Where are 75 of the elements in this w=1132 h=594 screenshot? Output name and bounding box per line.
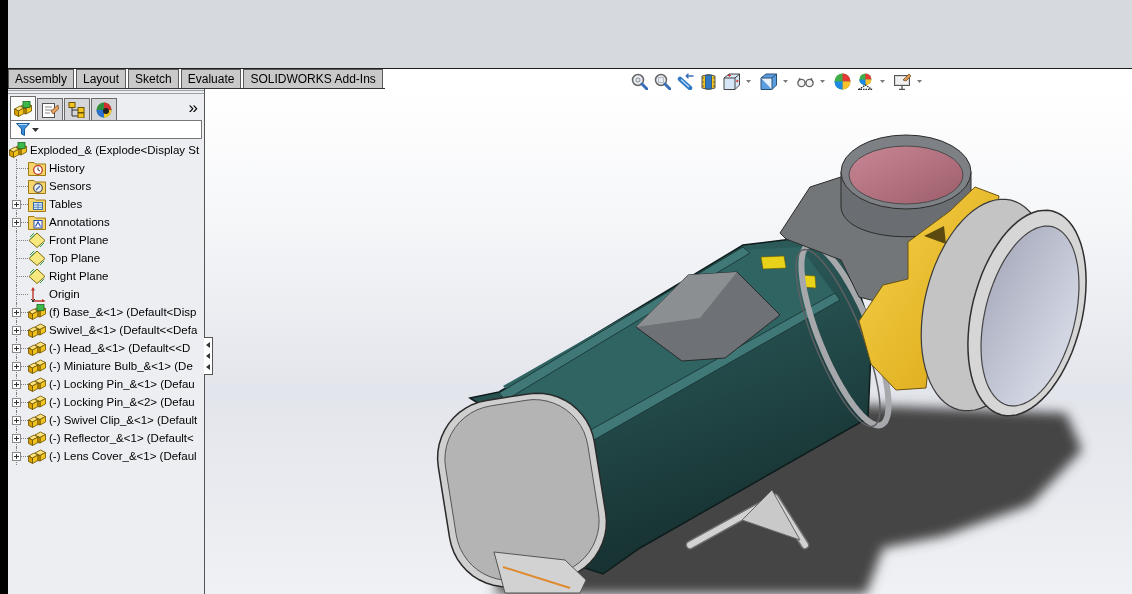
overflow-button[interactable]: » [186, 99, 200, 117]
collapse-handle[interactable] [204, 337, 213, 375]
tree-item[interactable]: (-) Lens Cover_&<1> (Defaul [49, 450, 197, 462]
tree-item[interactable]: Exploded_& (Explode<Display St [30, 144, 200, 156]
monitor-icon[interactable] [894, 73, 911, 90]
tree-item[interactable]: (f) Base_&<1> (Default<Disp [49, 306, 197, 318]
caret-icon[interactable] [32, 127, 39, 132]
ball-stand-icon[interactable] [857, 73, 874, 90]
blocks-icon [28, 340, 46, 356]
diamond-icon [28, 232, 46, 248]
tree-item[interactable]: Origin [49, 288, 80, 300]
panel-tab[interactable] [10, 96, 36, 120]
plus-icon[interactable] [12, 218, 21, 227]
tree-item[interactable]: (-) Locking Pin_&<1> (Defau [49, 378, 195, 390]
blocks-icon [9, 142, 27, 158]
blocks-icon [14, 100, 32, 117]
blocks-icon [28, 448, 46, 464]
tree-item[interactable]: Right Plane [49, 270, 109, 282]
cube-icon[interactable] [760, 73, 777, 90]
ribbon-tab[interactable]: SOLIDWORKS Add-Ins [243, 69, 383, 88]
funnel-icon [16, 123, 30, 136]
diamond-icon [28, 250, 46, 266]
magnifier-icon[interactable] [631, 73, 648, 90]
tree-item[interactable]: (-) Reflector_&<1> (Default< [49, 432, 194, 444]
plus-icon[interactable] [12, 326, 21, 335]
folder-clock-icon [28, 160, 46, 176]
tree-item[interactable]: Sensors [49, 180, 92, 192]
tree-item[interactable]: (-) Miniature Bulb_&<1> (De [49, 360, 193, 372]
tree-item[interactable]: (-) Swivel Clip_&<1> (Default [49, 414, 198, 426]
sheet-icon [41, 101, 59, 118]
blocks-icon [28, 322, 46, 338]
plus-icon[interactable] [12, 416, 21, 425]
folder-icon [28, 214, 46, 230]
plus-icon[interactable] [12, 452, 21, 461]
filter-field[interactable] [10, 120, 202, 139]
magnifier-icon[interactable] [654, 73, 671, 90]
plus-icon[interactable] [12, 398, 21, 407]
color-ball-icon [95, 101, 113, 118]
panel-tab[interactable] [91, 98, 117, 120]
ribbon-tab[interactable]: Evaluate [180, 69, 242, 88]
tree-item[interactable]: Front Plane [49, 234, 109, 246]
ribbon-tab[interactable]: Layout [76, 69, 127, 88]
axes-icon [28, 286, 46, 302]
tree-item[interactable]: Swivel_&<1> (Default<<Defa [49, 324, 198, 336]
diamond-icon [28, 268, 46, 284]
triangles-icon [206, 342, 210, 370]
blocks-icon [28, 430, 46, 446]
panel-tab[interactable] [64, 98, 90, 120]
tree-item[interactable]: Tables [49, 198, 83, 210]
plus-icon[interactable] [12, 308, 21, 317]
tree-item[interactable]: Annotations [49, 216, 110, 228]
panel-tab[interactable] [37, 98, 63, 120]
ribbon-tab[interactable]: Assembly [8, 69, 74, 88]
ribbon-tab[interactable]: Sketch [128, 69, 179, 88]
wand-arrow-icon[interactable] [677, 73, 694, 90]
folder-gauge-icon [28, 178, 46, 194]
plus-icon[interactable] [12, 434, 21, 443]
hierarchy-icon [68, 101, 86, 118]
blocks-icon [28, 376, 46, 392]
blocks-icon [28, 304, 46, 320]
blocks-icon [28, 412, 46, 428]
tree-item[interactable]: History [49, 162, 85, 174]
folder-table-icon [28, 196, 46, 212]
tree-item[interactable]: (-) Locking Pin_&<2> (Defau [49, 396, 195, 408]
plus-icon[interactable] [12, 380, 21, 389]
cylinder-icon[interactable] [700, 73, 717, 90]
blocks-icon [28, 358, 46, 374]
blocks-icon [28, 394, 46, 410]
cube-icon[interactable] [723, 73, 740, 90]
tree-item[interactable]: (-) Head_&<1> (Default<<D [49, 342, 191, 354]
color-ball-icon[interactable] [834, 73, 851, 90]
plus-icon[interactable] [12, 200, 21, 209]
plus-icon[interactable] [12, 344, 21, 353]
plus-icon[interactable] [12, 362, 21, 371]
tree-item[interactable]: Top Plane [49, 252, 101, 264]
